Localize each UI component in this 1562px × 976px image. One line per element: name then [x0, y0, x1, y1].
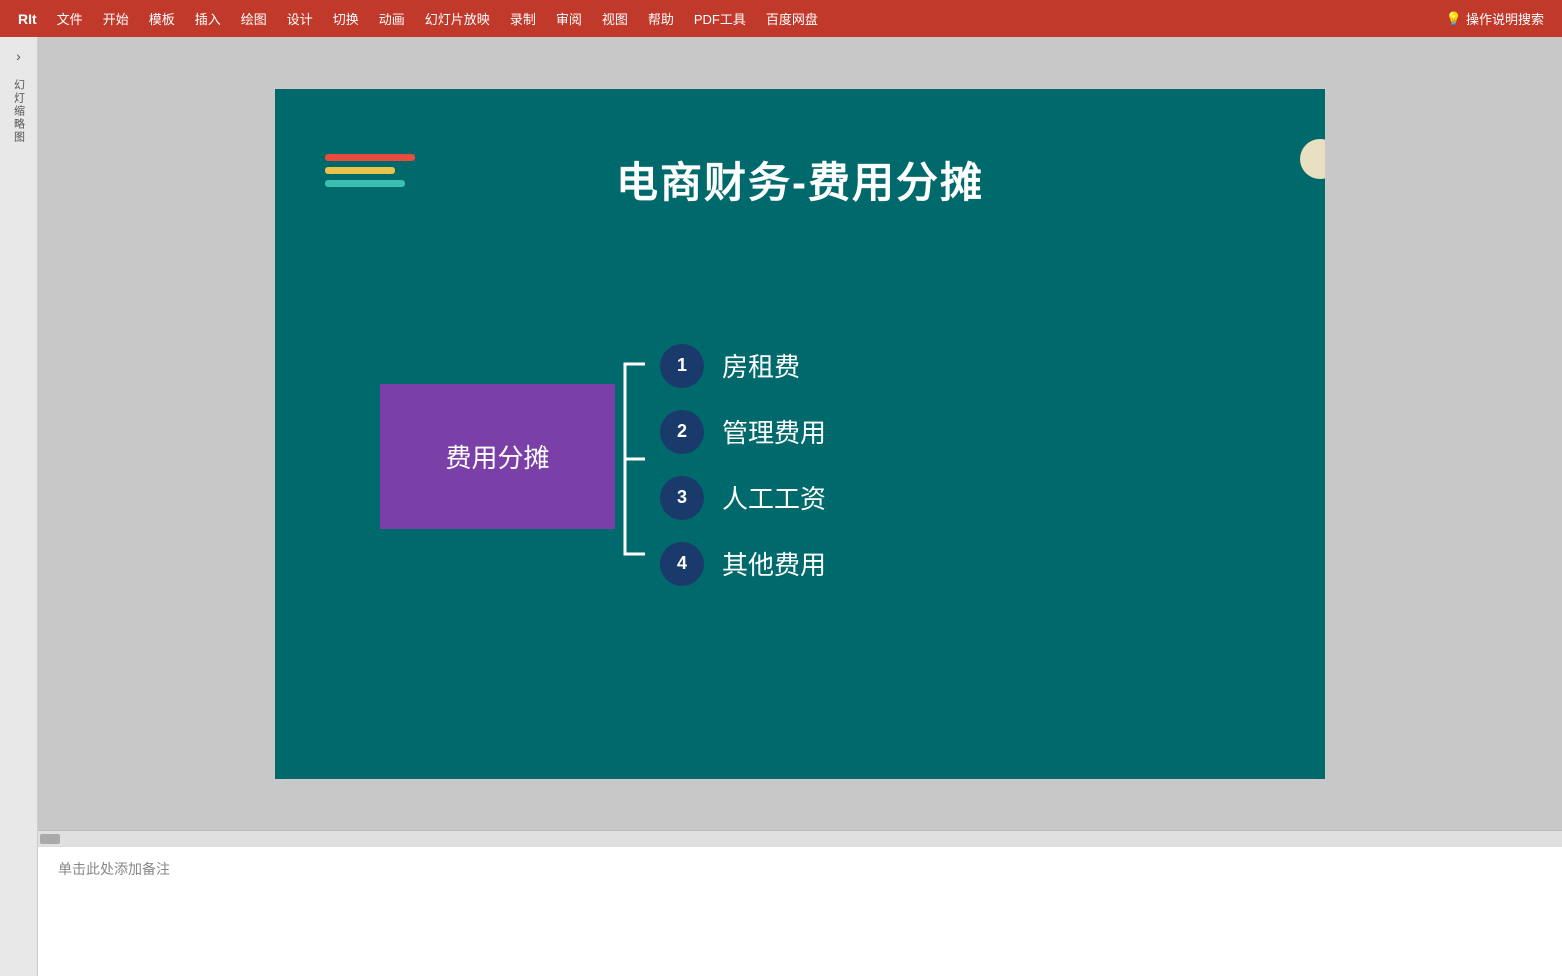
- item-circle-1: 1: [660, 344, 704, 388]
- slide-item-4: 4 其他费用: [660, 542, 826, 586]
- menu-template[interactable]: 模板: [139, 0, 185, 37]
- main-layout: › 幻灯缩略图 电商财务-费用分摊 费用分摊: [0, 37, 1562, 976]
- item-circle-3: 3: [660, 476, 704, 520]
- menu-baidu[interactable]: 百度网盘: [756, 0, 828, 37]
- sidebar-label-slides[interactable]: 幻灯缩略图: [11, 79, 27, 144]
- item-circle-4: 4: [660, 542, 704, 586]
- menu-help[interactable]: 帮助: [638, 0, 684, 37]
- menu-review[interactable]: 审阅: [546, 0, 592, 37]
- slide[interactable]: 电商财务-费用分摊 费用分摊 1: [275, 89, 1325, 779]
- slide-panel: 电商财务-费用分摊 费用分摊 1: [38, 37, 1562, 976]
- scrollbar-area[interactable]: [38, 830, 1562, 846]
- bulb-icon: 💡: [1446, 11, 1462, 27]
- menu-design[interactable]: 设计: [277, 0, 323, 37]
- menu-record[interactable]: 录制: [500, 0, 546, 37]
- notes-placeholder[interactable]: 单击此处添加备注: [58, 859, 1542, 879]
- slide-item-1: 1 房租费: [660, 344, 826, 388]
- menu-view[interactable]: 视图: [592, 0, 638, 37]
- item-text-1: 房租费: [722, 347, 800, 384]
- menu-transition[interactable]: 切换: [323, 0, 369, 37]
- slide-container: 电商财务-费用分摊 费用分摊 1: [38, 37, 1562, 830]
- scrollbar-thumb[interactable]: [40, 834, 60, 844]
- item-circle-2: 2: [660, 410, 704, 454]
- left-sidebar: › 幻灯缩略图: [0, 37, 38, 976]
- slide-item-2: 2 管理费用: [660, 410, 826, 454]
- notes-area[interactable]: 单击此处添加备注: [38, 846, 1562, 976]
- items-list: 1 房租费 2 管理费用 3 人工工资: [660, 344, 826, 586]
- sidebar-toggle[interactable]: ›: [8, 45, 30, 67]
- menu-pdf[interactable]: PDF工具: [684, 0, 756, 37]
- app-logo: RIt: [8, 0, 47, 37]
- menu-home[interactable]: 开始: [93, 0, 139, 37]
- slide-item-3: 3 人工工资: [660, 476, 826, 520]
- menu-insert[interactable]: 插入: [185, 0, 231, 37]
- menu-draw[interactable]: 绘图: [231, 0, 277, 37]
- purple-box-label: 费用分摊: [445, 438, 549, 475]
- menu-gear[interactable]: 💡 操作说明搜索: [1436, 0, 1554, 37]
- menu-bar: RIt 文件 开始 模板 插入 绘图 设计 切换 动画 幻灯片放映 录制 审阅 …: [0, 0, 1562, 37]
- menu-slideshow[interactable]: 幻灯片放映: [415, 0, 500, 37]
- item-text-2: 管理费用: [722, 413, 826, 450]
- item-text-4: 其他费用: [722, 545, 826, 582]
- menu-file[interactable]: 文件: [47, 0, 93, 37]
- menu-animation[interactable]: 动画: [369, 0, 415, 37]
- slide-title: 电商财务-费用分摊: [275, 149, 1325, 210]
- bracket-connector: [615, 359, 655, 559]
- item-text-3: 人工工资: [722, 479, 826, 516]
- purple-box: 费用分摊: [380, 384, 615, 529]
